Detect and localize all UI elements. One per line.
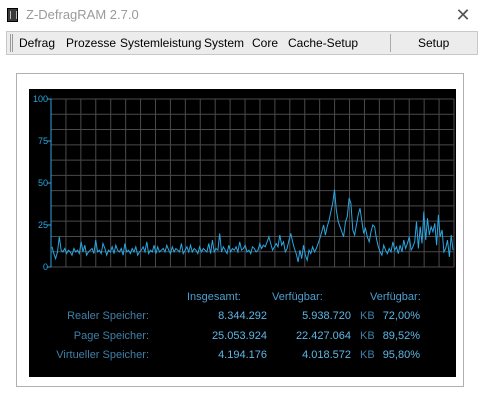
menu-systemleistung[interactable]: Systemleistung	[120, 36, 201, 50]
header-available: Verfügbar:	[272, 291, 323, 303]
row-available: 4.018.572	[302, 349, 351, 361]
row-available: 5.938.720	[302, 310, 351, 322]
title-bar: Z-DefragRAM 2.7.0 ✕	[0, 0, 486, 30]
menu-setup[interactable]: Setup	[418, 36, 449, 50]
row-percent: 72,00%	[382, 310, 420, 322]
window-title: Z-DefragRAM 2.7.0	[26, 7, 139, 22]
header-total: Insgesamt:	[187, 291, 241, 303]
row-total: 4.194.176	[218, 349, 267, 361]
row-label: Realer Speicher:	[67, 310, 149, 322]
row-label: Page Speicher:	[73, 330, 149, 342]
row-unit: KB	[360, 310, 375, 322]
row-percent: 95,80%	[382, 349, 420, 361]
menu-cache-setup[interactable]: Cache-Setup	[288, 36, 358, 50]
row-available: 22.427.064	[295, 330, 351, 342]
menu-bar: Defrag Prozesse Systemleistung System Co…	[6, 31, 478, 55]
menu-core[interactable]: Core	[252, 36, 278, 50]
menu-defrag[interactable]: Defrag	[19, 36, 55, 50]
menu-separator	[390, 34, 391, 52]
performance-panel: 100 75 50 25 0 Insgesamt: Verfügbar: Verfügb…	[29, 89, 456, 377]
row-unit: KB	[360, 330, 375, 342]
row-label: Virtueller Speicher:	[56, 349, 149, 361]
menubar-grip-icon[interactable]	[10, 34, 13, 52]
row-total: 25.053.924	[211, 330, 267, 342]
header-available-percent: Verfügbar:	[370, 291, 421, 303]
menu-system[interactable]: System	[204, 36, 244, 50]
menu-prozesse[interactable]: Prozesse	[66, 36, 116, 50]
row-total: 8.344.292	[218, 310, 267, 322]
close-button[interactable]: ✕	[440, 0, 486, 30]
app-icon	[7, 8, 18, 22]
row-unit: KB	[360, 349, 375, 361]
row-percent: 89,52%	[382, 330, 420, 342]
memory-stats: Insgesamt: Verfügbar: Verfügbar: Realer …	[29, 89, 456, 377]
